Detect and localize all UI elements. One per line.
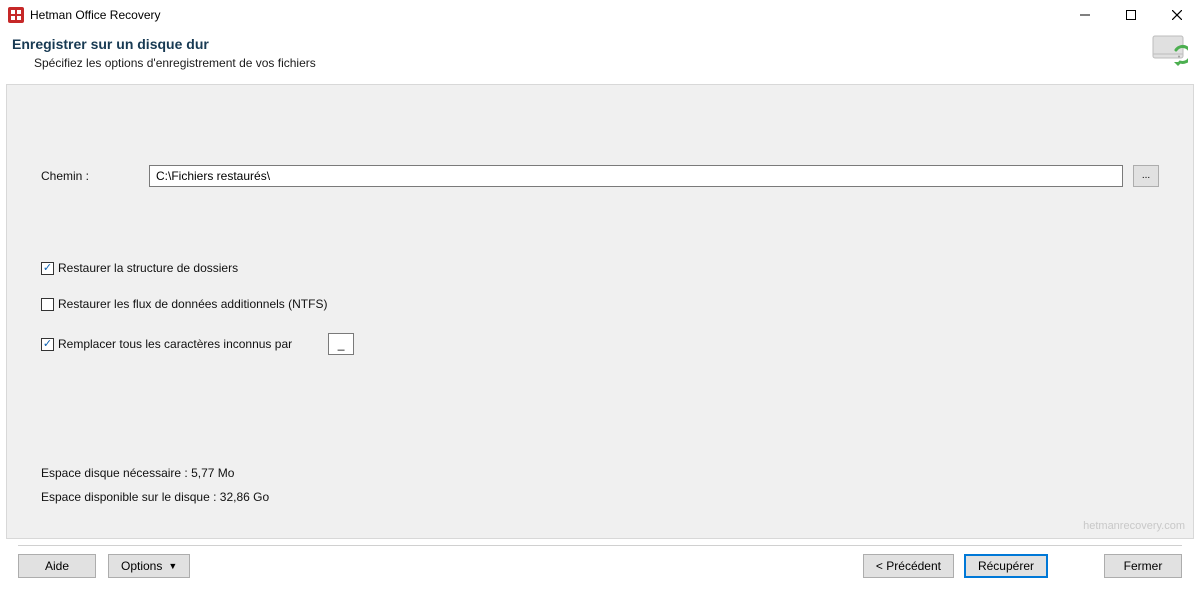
recover-button[interactable]: Récupérer: [964, 554, 1048, 578]
close-button[interactable]: [1154, 0, 1200, 30]
path-input[interactable]: [149, 165, 1123, 187]
chevron-down-icon: ▼: [168, 561, 177, 571]
options-label: Options: [121, 559, 162, 573]
recover-label: Récupérer: [978, 559, 1034, 573]
check-icon: ✓: [43, 263, 52, 274]
disk-info: Espace disque nécessaire : 5,77 Mo Espac…: [41, 466, 269, 514]
restore-ntfs-row: Restaurer les flux de données additionne…: [41, 297, 1159, 311]
disk-available: Espace disponible sur le disque : 32,86 …: [41, 490, 269, 504]
wizard-footer: Aide Options ▼ < Précédent Récupérer Fer…: [0, 539, 1200, 593]
minimize-button[interactable]: [1062, 0, 1108, 30]
replace-unknown-row: ✓ Remplacer tous les caractères inconnus…: [41, 333, 1159, 355]
options-button[interactable]: Options ▼: [108, 554, 190, 578]
replace-unknown-checkbox[interactable]: ✓: [41, 338, 54, 351]
check-icon: ✓: [43, 339, 52, 350]
restore-ntfs-checkbox[interactable]: [41, 298, 54, 311]
restore-structure-checkbox[interactable]: ✓: [41, 262, 54, 275]
titlebar: Hetman Office Recovery: [0, 0, 1200, 30]
hard-disk-icon: [1152, 32, 1188, 66]
main-panel: Chemin : ... ✓ Restaurer la structure de…: [6, 84, 1194, 539]
maximize-button[interactable]: [1108, 0, 1154, 30]
previous-label: < Précédent: [876, 559, 941, 573]
disk-required: Espace disque nécessaire : 5,77 Mo: [41, 466, 269, 480]
path-label: Chemin :: [41, 169, 149, 183]
close-label: Fermer: [1124, 559, 1163, 573]
restore-ntfs-label: Restaurer les flux de données additionne…: [58, 297, 327, 311]
wizard-header: Enregistrer sur un disque dur Spécifiez …: [0, 30, 1200, 80]
help-button[interactable]: Aide: [18, 554, 96, 578]
page-subtitle: Spécifiez les options d'enregistrement d…: [34, 56, 1188, 70]
path-row: Chemin : ...: [41, 165, 1159, 187]
watermark: hetmanrecovery.com: [1083, 520, 1185, 532]
app-title: Hetman Office Recovery: [30, 8, 161, 22]
browse-button[interactable]: ...: [1133, 165, 1159, 187]
replace-char-input[interactable]: [328, 333, 354, 355]
previous-button[interactable]: < Précédent: [863, 554, 954, 578]
replace-unknown-label: Remplacer tous les caractères inconnus p…: [58, 337, 292, 351]
restore-structure-row: ✓ Restaurer la structure de dossiers: [41, 261, 1159, 275]
page-title: Enregistrer sur un disque dur: [12, 36, 1188, 52]
restore-structure-label: Restaurer la structure de dossiers: [58, 261, 238, 275]
close-dialog-button[interactable]: Fermer: [1104, 554, 1182, 578]
window-controls: [1062, 0, 1200, 30]
browse-label: ...: [1142, 171, 1150, 181]
app-icon: [8, 7, 24, 23]
help-label: Aide: [45, 559, 69, 573]
